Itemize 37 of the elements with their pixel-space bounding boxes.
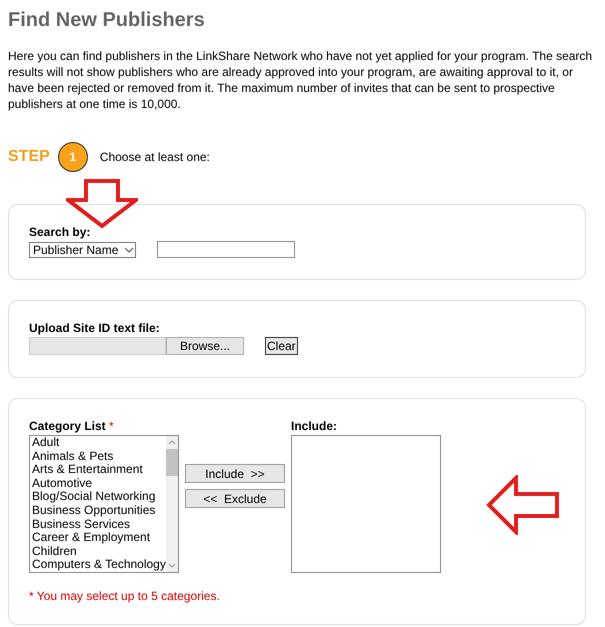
search-input-field[interactable] xyxy=(157,241,295,258)
category-option[interactable]: Animals & Pets xyxy=(32,450,166,464)
scroll-up-icon[interactable] xyxy=(168,440,176,445)
clear-button[interactable]: Clear xyxy=(265,337,298,355)
step-label: STEP xyxy=(8,148,50,166)
category-option[interactable]: Arts & Entertainment xyxy=(32,463,166,477)
category-option[interactable]: Computers & Technology xyxy=(32,558,166,572)
category-option[interactable]: Business Services xyxy=(32,518,166,532)
step-instruction: Choose at least one: xyxy=(100,150,210,164)
required-mark: * xyxy=(109,419,114,433)
page-title: Find New Publishers xyxy=(8,9,205,32)
step-number-badge: 1 xyxy=(58,142,88,172)
upload-label: Upload Site ID text file: xyxy=(29,321,161,335)
category-option[interactable]: Career & Employment xyxy=(32,531,166,545)
arrow-down-icon xyxy=(66,179,138,229)
scrollbar-thumb[interactable] xyxy=(166,449,178,476)
exclude-button[interactable]: << Exclude xyxy=(185,489,285,508)
scrollbar[interactable] xyxy=(166,436,178,572)
category-option[interactable]: Blog/Social Networking xyxy=(32,490,166,504)
category-option[interactable]: Automotive xyxy=(32,476,166,490)
include-button[interactable]: Include >> xyxy=(185,464,285,483)
file-path-field[interactable] xyxy=(29,337,166,355)
browse-button[interactable]: Browse... xyxy=(166,337,244,355)
scroll-down-icon[interactable] xyxy=(168,563,176,568)
category-option[interactable]: Business Opportunities xyxy=(32,504,166,518)
search-label: Search by: xyxy=(29,225,92,239)
category-option[interactable]: Adult xyxy=(32,436,166,450)
category-limit-note: * You may select up to 5 categories. xyxy=(29,589,221,603)
category-list-label: Category List xyxy=(29,419,106,433)
intro-paragraph: Here you can find publishers in the LinkShare Network who have not yet applied for your program. The search results will not show publishers who are already approved into your program, are awaiting approval to it, or have been rejected or removed from it. The maximum number of invites that can be sent to prospective publishers at one time is 10,000. xyxy=(8,48,594,112)
arrow-left-icon xyxy=(486,475,560,535)
include-label: Include: xyxy=(291,419,338,433)
chevron-down-icon xyxy=(124,246,134,252)
search-by-dropdown[interactable]: Publisher Name xyxy=(29,242,136,258)
include-listbox[interactable] xyxy=(291,435,441,573)
category-listbox[interactable]: Adult Animals & Pets Arts & Entertainment Automotive Blog/Social Networking Business Opportunities Business Services Career & Employment Children Computers & Technology xyxy=(29,435,179,573)
category-option[interactable]: Children xyxy=(32,544,166,558)
